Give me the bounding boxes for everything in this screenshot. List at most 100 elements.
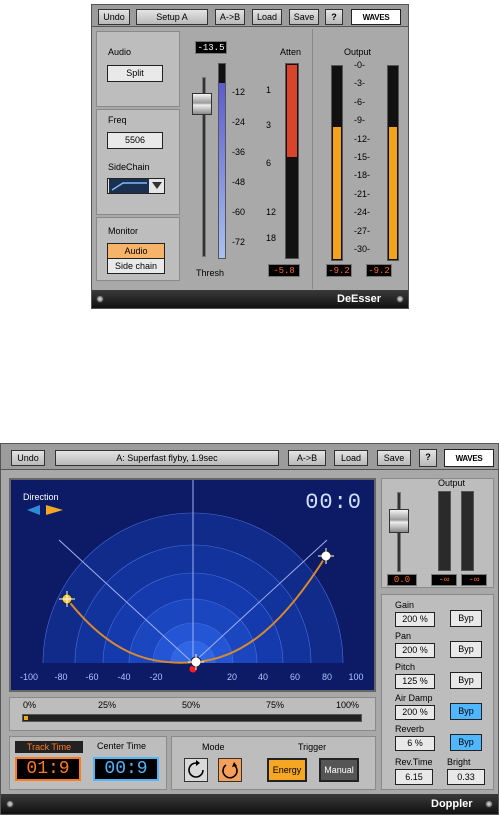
mode-label: Mode [202,742,225,752]
screw-icon [485,800,493,808]
highpass-filter-icon [109,179,149,193]
bypass-button[interactable]: Byp [450,610,482,627]
output-scale-tick: -21- [354,188,371,199]
bypass-button[interactable]: Byp [450,703,482,720]
output-label: Output [344,47,372,57]
atten-scale-tick: 6 [266,158,272,168]
x-axis-tick: 60 [290,672,300,682]
output-right-readout: -9.2 [366,264,392,277]
param-value-field[interactable]: 125 % [395,674,435,689]
thresh-scale-tick: -72 [232,237,246,247]
screw-icon [396,295,404,303]
progress-tick-label: 100% [336,700,360,710]
thresh-label: Thresh [196,268,225,278]
monitor-sidechain-button[interactable]: Side chain [107,258,165,274]
param-value-field[interactable]: 200 % [395,612,435,627]
doppler-footer [1,794,498,814]
trigger-energy-label: Energy [272,765,302,775]
save-button[interactable]: Save [289,9,319,25]
atten-scale-tick: 18 [266,233,277,243]
track-time-field[interactable]: 01:9 [15,757,81,781]
bypass-button[interactable]: Byp [450,734,482,751]
end-point-handle-crosshair [318,548,334,564]
plugin-name: Doppler [431,798,473,810]
output-meter-left-fill [333,127,341,259]
load-button[interactable]: Load [334,450,368,466]
thresh-scale-tick: -48 [232,177,246,187]
ab-button[interactable]: A->B [288,450,326,466]
param-value-field[interactable]: 200 % [395,705,435,720]
chevron-down-icon [152,182,162,189]
bright-field[interactable]: 0.33 [447,769,485,785]
param-label: Pan [395,631,412,641]
center-time-field[interactable]: 00:9 [93,757,159,781]
x-axis-tick: 20 [227,672,237,682]
preset-field[interactable]: A: Superfast flyby, 1.9sec [55,450,279,466]
output-fader-handle[interactable] [389,509,409,533]
atten-scale-tick: 3 [266,120,272,130]
mode-oneshot-button[interactable] [218,758,242,782]
param-label: Pitch [395,662,416,672]
freq-field[interactable]: 5506 [107,132,163,149]
save-button[interactable]: Save [377,450,411,466]
output-gain-readout: 0.0 [387,574,417,586]
x-axis-tick: -40 [117,672,130,682]
load-button[interactable]: Load [252,9,282,25]
oneshot-icon [222,762,238,779]
progress-bar[interactable] [22,714,362,722]
center-time-value: 00:9 [104,759,148,779]
output-label: Output [438,478,466,488]
output-scale-tick: -18- [354,170,371,181]
trigger-manual-button[interactable]: Manual [319,758,359,782]
output-scale-tick: -9- [354,115,365,126]
progress-tick-label: 75% [266,700,285,710]
atten-meter-fill [287,65,297,157]
monitor-label: Monitor [108,226,139,236]
trigger-label: Trigger [298,742,327,752]
atten-scale-tick: 1 [266,85,272,95]
progress-tick-label: 50% [182,700,201,710]
direction-arrows-icon[interactable] [27,505,63,515]
freq-label: Freq [108,115,127,125]
undo-button[interactable]: Undo [11,450,45,466]
x-axis-tick: -20 [149,672,162,682]
help-button[interactable]: ? [325,9,343,25]
progress-tick-label: 0% [23,700,37,710]
atten-divider [312,29,313,289]
monitor-audio-button[interactable]: Audio [107,243,165,259]
output-left-readout: -∞ [431,574,457,586]
ab-button[interactable]: A->B [215,9,245,25]
bypass-button[interactable]: Byp [450,641,482,658]
path-display[interactable]: -100 -80 -60 -40 -20 20 40 60 80 100 Direction 00… [9,478,376,692]
param-value-field[interactable]: 6 % [395,736,435,751]
setup-button[interactable]: Setup A [136,9,208,25]
output-meter-right [387,65,399,261]
direction-label: Direction [23,492,59,502]
thresh-fader-handle[interactable] [192,93,212,115]
track-time-value: 01:9 [26,759,70,779]
output-scale-tick: -30- [354,244,371,254]
bright-label: Bright [447,757,471,767]
output-meter-right-fill [389,127,397,259]
help-button[interactable]: ? [419,449,437,467]
param-label: Air Damp [395,693,433,703]
rev-time-field[interactable]: 6.15 [395,769,433,785]
param-value-field[interactable]: 200 % [395,643,435,658]
output-meter-left [438,491,451,571]
track-time-label: Track Time [15,741,83,753]
sidechain-filter-select[interactable] [107,178,165,194]
split-button[interactable]: Split [107,65,163,82]
end-point-handle[interactable] [318,548,334,564]
output-meter-left [331,65,343,261]
thresh-scale-tick: -12 [232,87,246,97]
atten-meter [285,63,299,259]
output-scale-tick: -3- [354,78,365,89]
progress-tick-label: 25% [98,700,117,710]
mode-loop-button[interactable] [184,758,208,782]
deesser-plugin: Undo Setup A A->B Load Save ? WAVES Audi… [91,4,409,309]
x-axis-tick: -60 [85,672,98,682]
bypass-button[interactable]: Byp [450,672,482,689]
undo-button[interactable]: Undo [98,9,130,25]
trigger-energy-button[interactable]: Energy [267,758,307,782]
output-scale-tick: -6- [354,96,365,107]
